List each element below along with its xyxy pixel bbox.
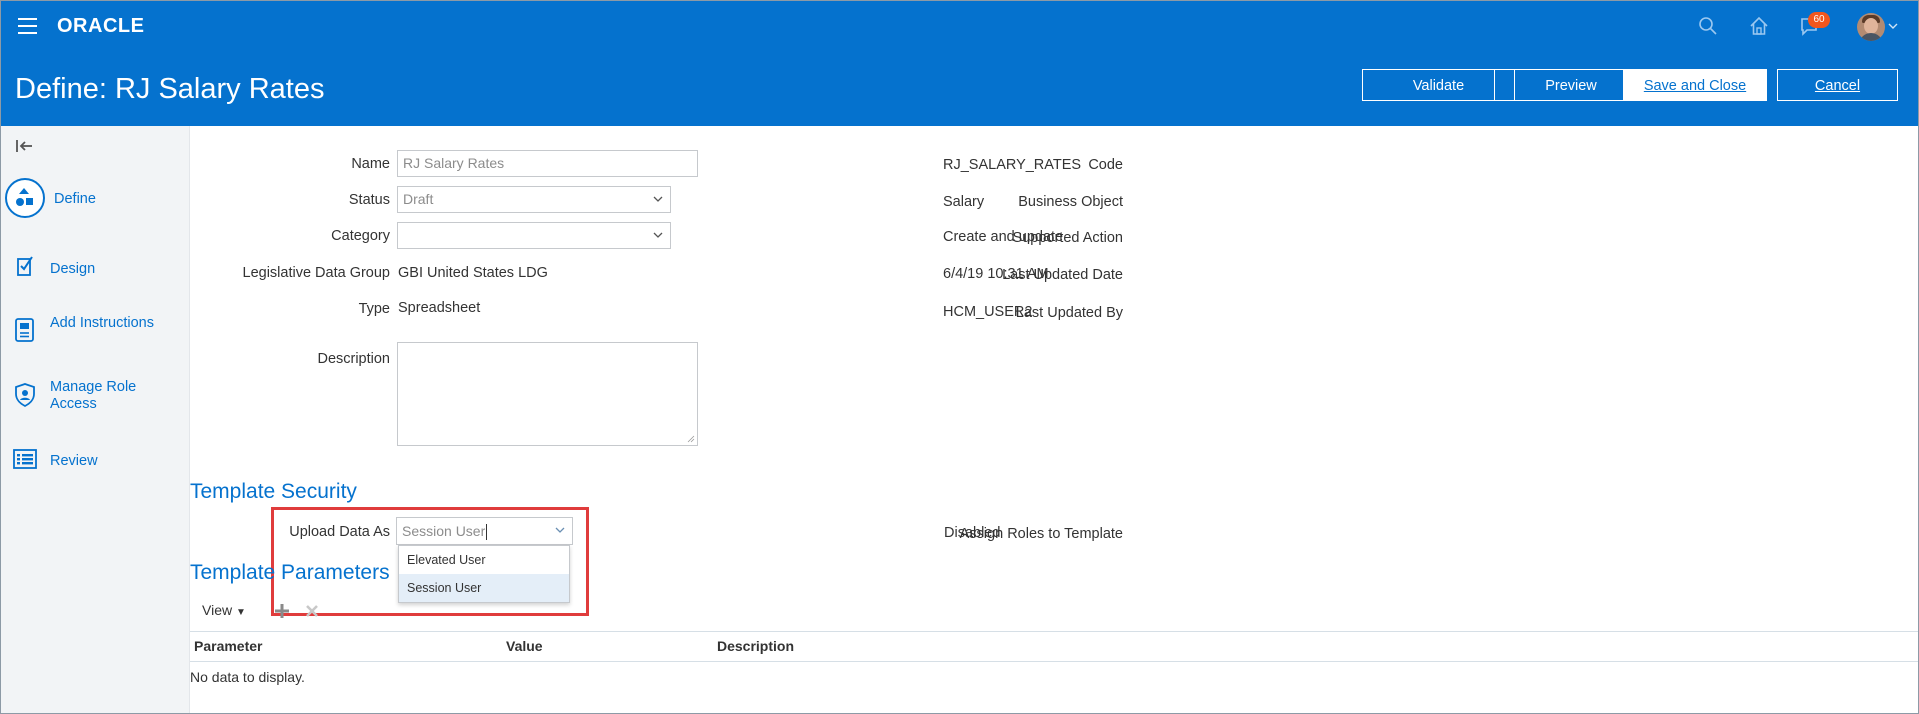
- option-elevated-user[interactable]: Elevated User: [399, 546, 569, 574]
- save-and-close-button[interactable]: Save and Close: [1623, 69, 1767, 101]
- category-select[interactable]: [397, 222, 671, 249]
- user-avatar[interactable]: [1857, 13, 1885, 41]
- text-cursor: [486, 524, 488, 541]
- chevron-down-icon: [653, 232, 663, 238]
- description-textarea[interactable]: [397, 342, 698, 446]
- save-and-close-label: Save and Close: [1643, 78, 1747, 94]
- parameters-table-header: Parameter Value Description: [190, 631, 1918, 662]
- empty-table-message: No data to display.: [190, 669, 305, 685]
- category-label: Category: [331, 228, 390, 244]
- dropdown-arrow-icon: ▼: [235, 607, 246, 618]
- instructions-icon: [15, 318, 34, 342]
- status-label: Status: [348, 192, 390, 208]
- nav-item-add-instructions[interactable]: Add Instructions: [1, 313, 189, 353]
- notification-badge: 60: [1808, 12, 1830, 28]
- nav-item-design[interactable]: Design: [1, 254, 189, 284]
- ldg-label: Legislative Data Group: [242, 265, 391, 281]
- code-value: RJ_SALARY_RATES: [943, 157, 1082, 173]
- status-select-value: Draft: [403, 191, 434, 207]
- name-label: Name: [351, 156, 390, 172]
- template-parameters-heading: Template Parameters: [190, 561, 390, 584]
- train-stop-navigation: Define Design Add Instructions Manage Ro…: [1, 126, 190, 713]
- oracle-logo[interactable]: ORACLE: [57, 15, 144, 38]
- search-icon[interactable]: [1697, 15, 1719, 37]
- chevron-down-icon[interactable]: [555, 526, 565, 534]
- app-window: ORACLE 60 Define: RJ Salary Rates Valida…: [0, 0, 1919, 714]
- chevron-down-icon[interactable]: [1888, 21, 1898, 31]
- review-list-icon: [13, 449, 37, 469]
- view-menu-label: View: [202, 602, 233, 618]
- home-icon[interactable]: [1748, 15, 1770, 37]
- nav-item-manage-role-access[interactable]: Manage Role Access: [1, 377, 189, 417]
- nav-item-define[interactable]: Define: [1, 178, 189, 222]
- nav-item-review[interactable]: Review: [1, 446, 189, 476]
- page-header: Define: RJ Salary Rates Validate Preview…: [1, 51, 1918, 126]
- shield-icon: [15, 383, 35, 408]
- name-input[interactable]: RJ Salary Rates: [397, 150, 698, 177]
- template-security-heading: Template Security: [190, 480, 357, 503]
- page-title: Define: RJ Salary Rates: [15, 73, 325, 105]
- nav-item-label: Manage Role Access: [50, 379, 137, 412]
- global-header: ORACLE 60: [1, 1, 1918, 51]
- type-label: Type: [358, 301, 390, 317]
- last-updated-date-value: 6/4/19 10:31 AM: [943, 266, 1049, 282]
- business-object-value: Salary: [943, 194, 985, 210]
- upload-data-as-value: Session User: [402, 523, 486, 539]
- view-menu[interactable]: View ▼: [202, 602, 246, 618]
- cancel-label: Cancel: [1814, 78, 1861, 94]
- upload-data-as-dropdown-list: Elevated User Session User: [398, 545, 570, 603]
- assign-roles-value: Disabled: [944, 525, 1001, 541]
- upload-data-as-combobox[interactable]: Session User: [396, 517, 573, 545]
- last-updated-by-value: HCM_USER2: [943, 304, 1033, 320]
- nav-item-label: Add Instructions: [50, 315, 154, 331]
- ldg-value: GBI United States LDG: [398, 265, 548, 281]
- cancel-button[interactable]: Cancel: [1777, 69, 1898, 101]
- upload-data-as-label: Upload Data As: [289, 524, 390, 540]
- design-icon: [17, 256, 33, 276]
- collapse-panel-icon[interactable]: [15, 138, 35, 154]
- nav-item-label: Define: [54, 191, 96, 207]
- validate-button[interactable]: Validate: [1362, 69, 1515, 101]
- column-header-value[interactable]: Value: [506, 638, 543, 654]
- type-value: Spreadsheet: [398, 300, 481, 316]
- supported-action-value: Create and update: [943, 229, 1064, 245]
- add-icon[interactable]: [274, 603, 290, 619]
- description-label: Description: [317, 351, 390, 367]
- column-header-description[interactable]: Description: [717, 638, 794, 654]
- column-header-parameter[interactable]: Parameter: [194, 638, 263, 654]
- nav-item-label: Design: [50, 261, 96, 277]
- option-session-user[interactable]: Session User: [399, 574, 569, 602]
- define-icon: [5, 178, 45, 218]
- delete-icon[interactable]: [304, 603, 320, 619]
- chevron-down-icon: [653, 196, 663, 202]
- resize-grip-icon[interactable]: [687, 435, 695, 443]
- main-content: Name RJ Salary Rates Status Draft Catego…: [190, 126, 1918, 713]
- nav-item-label: Review: [50, 453, 98, 469]
- menu-icon[interactable]: [18, 18, 37, 34]
- status-select[interactable]: Draft: [397, 186, 671, 213]
